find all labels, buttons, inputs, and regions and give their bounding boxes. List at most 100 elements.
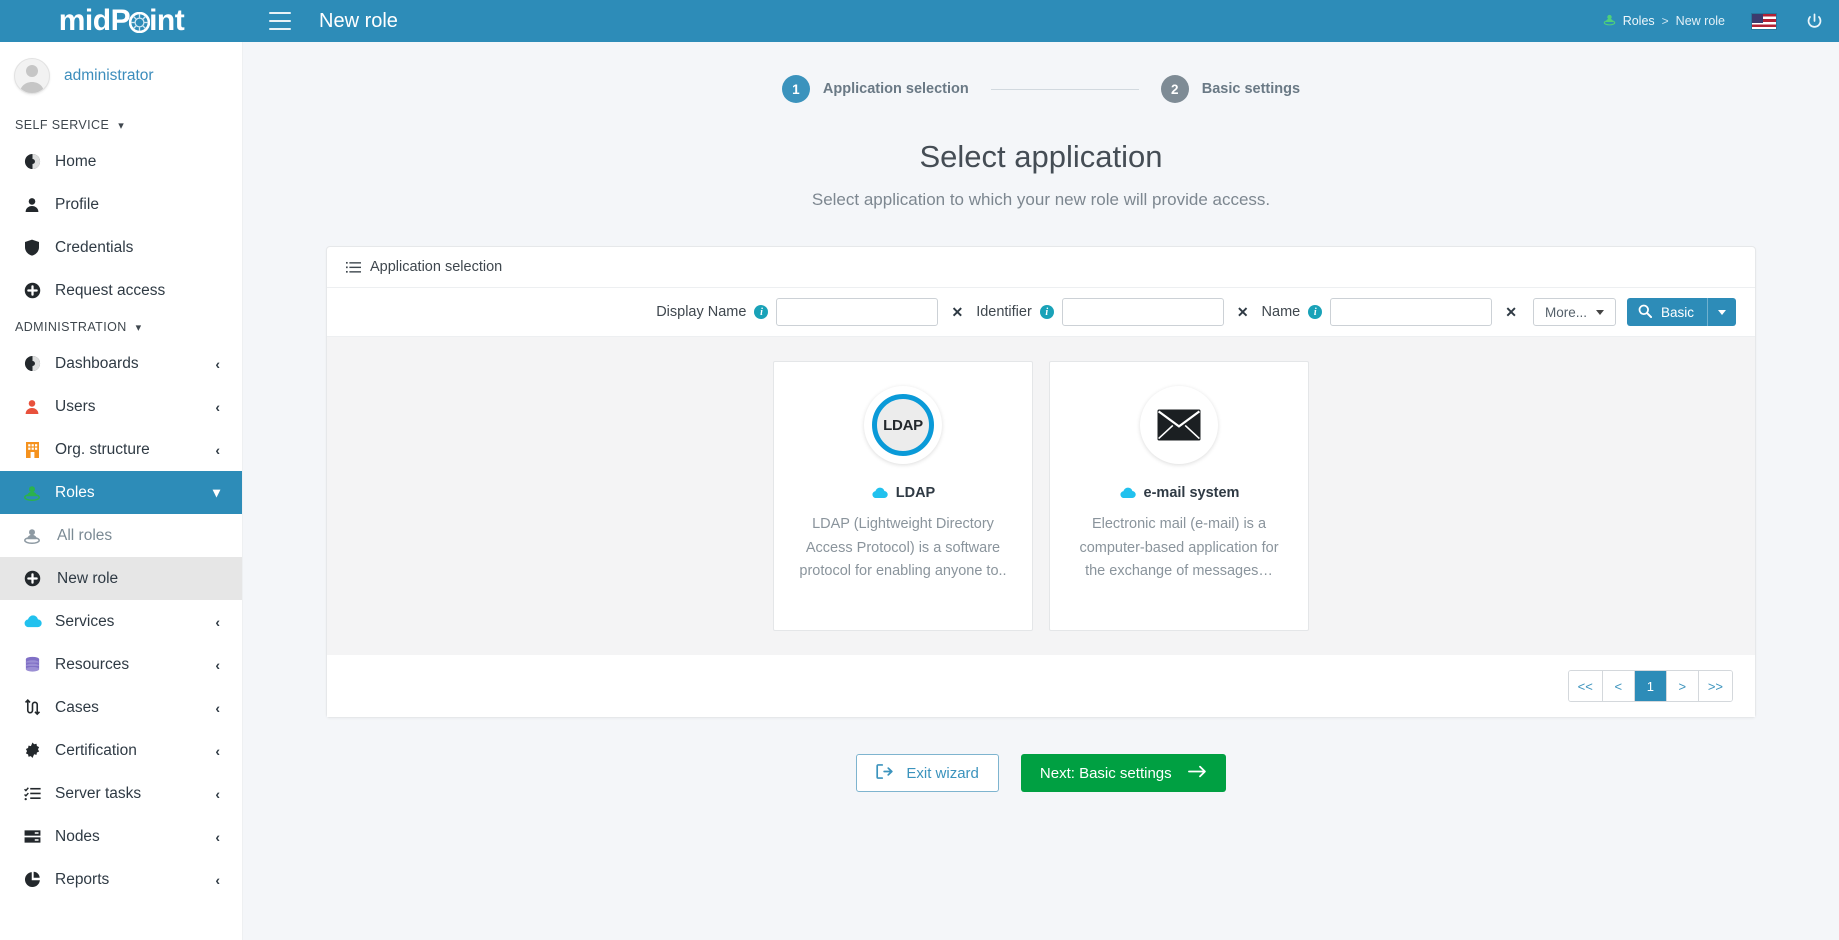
gear-icon xyxy=(129,11,150,32)
pagination-next[interactable]: > xyxy=(1667,671,1699,701)
name-input[interactable] xyxy=(1330,298,1492,326)
chevron-down-icon xyxy=(1718,310,1726,315)
pagination-page-1[interactable]: 1 xyxy=(1635,671,1667,701)
basic-search-button[interactable]: Basic xyxy=(1627,298,1736,326)
sidebar-item-reports[interactable]: Reports ‹ xyxy=(0,858,242,901)
wizard-step-basic-settings[interactable]: 2 Basic settings xyxy=(1161,75,1300,103)
step-number: 2 xyxy=(1161,75,1189,103)
filter-identifier: Identifier i xyxy=(976,298,1224,326)
application-card-email-system[interactable]: e-mail system Electronic mail (e-mail) i… xyxy=(1049,361,1309,631)
pagination-first[interactable]: << xyxy=(1569,671,1603,701)
sidebar-item-users[interactable]: Users ‹ xyxy=(0,385,242,428)
power-icon[interactable] xyxy=(1803,10,1825,32)
plus-circle-icon xyxy=(21,570,43,587)
sidebar-item-label: Home xyxy=(55,153,242,171)
pagination-prev[interactable]: < xyxy=(1603,671,1635,701)
basic-search-main[interactable]: Basic xyxy=(1627,304,1707,321)
sidebar-item-org-structure[interactable]: Org. structure ‹ xyxy=(0,428,242,471)
brand-text: midP int xyxy=(59,6,185,36)
card-description: Electronic mail (e-mail) is a computer-b… xyxy=(1070,513,1288,584)
brand-prefix: midP xyxy=(59,6,130,36)
cloud-icon xyxy=(21,615,43,628)
next-basic-settings-button[interactable]: Next: Basic settings xyxy=(1021,754,1226,792)
sidebar-item-label: Certification xyxy=(55,742,215,760)
chevron-down-icon: ▾ xyxy=(136,321,142,334)
sidebar-user-block[interactable]: administrator xyxy=(0,42,242,110)
sidebar-item-resources[interactable]: Resources ‹ xyxy=(0,643,242,686)
clear-name-icon[interactable]: ✕ xyxy=(1492,304,1530,321)
step-connector xyxy=(991,89,1139,90)
chevron-down-icon: ▾ xyxy=(118,119,124,132)
more-filters-button[interactable]: More... xyxy=(1533,298,1616,326)
sidebar-item-cases[interactable]: Cases ‹ xyxy=(0,686,242,729)
sidebar-item-label: Server tasks xyxy=(55,785,215,803)
us-flag-icon[interactable] xyxy=(1751,13,1777,30)
brand-suffix: int xyxy=(149,6,184,36)
shield-icon xyxy=(21,239,43,256)
exchange-icon xyxy=(21,699,43,716)
card-logo-circle: LDAP xyxy=(864,386,942,464)
building-icon xyxy=(21,441,43,458)
info-icon[interactable]: i xyxy=(1308,305,1322,319)
sidebar-item-home[interactable]: Home xyxy=(0,140,242,183)
arrow-right-icon xyxy=(1188,764,1207,783)
sidebar-item-label: Nodes xyxy=(55,828,215,846)
breadcrumb-parent[interactable]: Roles xyxy=(1623,14,1655,28)
sidebar-item-label: Services xyxy=(55,613,215,631)
sidebar-item-credentials[interactable]: Credentials xyxy=(0,226,242,269)
plus-circle-icon xyxy=(21,282,43,299)
sidebar-item-all-roles[interactable]: All roles xyxy=(0,514,242,557)
identifier-input[interactable] xyxy=(1062,298,1224,326)
info-icon[interactable]: i xyxy=(1040,305,1054,319)
card-title: LDAP xyxy=(896,485,935,501)
sidebar-item-request-access[interactable]: Request access xyxy=(0,269,242,312)
chevron-left-icon: ‹ xyxy=(215,442,242,458)
body-row: administrator SELF SERVICE ▾ Home Profil… xyxy=(0,42,1839,940)
pie-chart-icon xyxy=(21,871,43,888)
sidebar-item-roles[interactable]: Roles ▾ xyxy=(0,471,242,514)
sidebar-item-label: Cases xyxy=(55,699,215,717)
chevron-left-icon: ‹ xyxy=(215,356,242,372)
certificate-icon xyxy=(21,742,43,759)
exit-icon xyxy=(876,764,893,783)
chevron-left-icon: ‹ xyxy=(215,786,242,802)
filter-label: Identifier xyxy=(976,304,1032,320)
breadcrumb-current: New role xyxy=(1676,14,1725,28)
sidebar-section-administration[interactable]: ADMINISTRATION ▾ xyxy=(0,312,242,342)
sidebar-section-self-service[interactable]: SELF SERVICE ▾ xyxy=(0,110,242,140)
sidebar-item-nodes[interactable]: Nodes ‹ xyxy=(0,815,242,858)
card-logo-circle xyxy=(1140,386,1218,464)
card-title-row: LDAP xyxy=(794,485,1012,501)
wizard-steps: 1 Application selection 2 Basic settings xyxy=(782,75,1300,103)
ldap-circle-icon: LDAP xyxy=(872,394,934,456)
sidebar-item-profile[interactable]: Profile xyxy=(0,183,242,226)
wizard-step-application-selection[interactable]: 1 Application selection xyxy=(782,75,969,103)
card-title-row: e-mail system xyxy=(1070,485,1288,501)
clear-display-name-icon[interactable]: ✕ xyxy=(938,304,976,321)
basic-search-dropdown-toggle[interactable] xyxy=(1707,298,1736,326)
application-card-ldap[interactable]: LDAP LDAP LDAP (Lightweight Directory Ac… xyxy=(773,361,1033,631)
database-icon xyxy=(21,656,43,673)
sidebar-item-certification[interactable]: Certification ‹ xyxy=(0,729,242,772)
chevron-left-icon: ‹ xyxy=(215,700,242,716)
server-icon xyxy=(21,829,43,844)
sidebar-item-new-role[interactable]: New role xyxy=(0,557,242,600)
search-icon xyxy=(1638,304,1652,321)
dashboard-icon xyxy=(21,153,43,170)
user-icon xyxy=(21,399,43,415)
pagination-row: << < 1 > >> xyxy=(327,655,1755,717)
application-selection-panel: Application selection Display Name i ✕ I… xyxy=(326,246,1756,718)
clear-identifier-icon[interactable]: ✕ xyxy=(1224,304,1262,321)
sidebar-item-dashboards[interactable]: Dashboards ‹ xyxy=(0,342,242,385)
sidebar-item-services[interactable]: Services ‹ xyxy=(0,600,242,643)
display-name-input[interactable] xyxy=(776,298,938,326)
info-icon[interactable]: i xyxy=(754,305,768,319)
hamburger-icon[interactable] xyxy=(269,12,291,30)
sidebar-item-label: Credentials xyxy=(55,239,242,257)
main-content: 1 Application selection 2 Basic settings… xyxy=(243,42,1839,940)
exit-wizard-button[interactable]: Exit wizard xyxy=(856,754,999,792)
sidebar-item-server-tasks[interactable]: Server tasks ‹ xyxy=(0,772,242,815)
brand-logo[interactable]: midP int xyxy=(0,0,243,42)
sidebar-user-name: administrator xyxy=(64,67,154,85)
pagination-last[interactable]: >> xyxy=(1699,671,1732,701)
